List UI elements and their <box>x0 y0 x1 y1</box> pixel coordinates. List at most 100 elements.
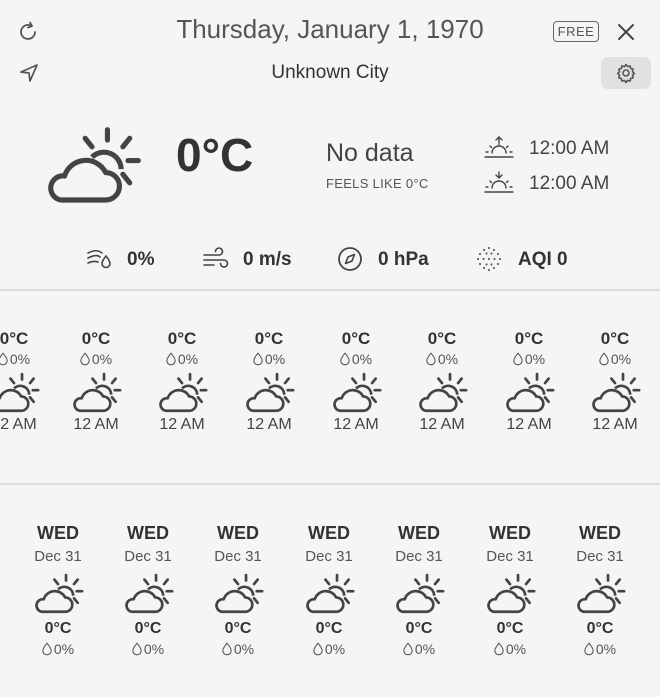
daily-date: Dec 31 <box>576 548 624 565</box>
precipitation-value: 0% <box>414 641 436 657</box>
precipitation-value: 0% <box>9 351 31 367</box>
hourly-time: 12 AM <box>506 416 552 433</box>
daily-temperature: 0°C <box>496 620 524 637</box>
hourly-precipitation: 0% <box>0 351 57 367</box>
daily-weekday: WED <box>127 523 169 543</box>
raindrop-icon <box>42 642 52 656</box>
raindrop-icon <box>313 642 323 656</box>
hourly-item: 0°C 0% 12 AM <box>226 329 312 434</box>
air-quality-icon <box>475 245 503 278</box>
daily-temperature: 0°C <box>315 620 343 637</box>
daily-item: WED Dec 31 0°C 0% <box>193 523 283 657</box>
raindrop-icon <box>132 642 142 656</box>
wind-value: 0 m/s <box>243 249 292 270</box>
raindrop-icon <box>584 642 594 656</box>
raindrop-icon <box>166 352 176 366</box>
close-button[interactable] <box>615 21 637 43</box>
hourly-precipitation: 0% <box>313 351 399 367</box>
daily-weather-icon <box>465 573 555 614</box>
daily-date: Dec 31 <box>305 548 353 565</box>
hourly-temperature: 0°C <box>254 329 284 348</box>
partly-cloudy-icon <box>73 372 122 413</box>
precipitation-value: 0% <box>351 351 373 367</box>
daily-precipitation: 0% <box>193 641 283 657</box>
daily-temperature: 0°C <box>44 620 72 637</box>
daily-weather-icon <box>193 573 283 614</box>
precipitation-value: 0% <box>610 351 632 367</box>
raindrop-icon <box>494 642 504 656</box>
current-temperature: 0°C <box>176 129 254 181</box>
daily-date: Dec 31 <box>124 548 172 565</box>
hourly-temperature: 0°C <box>167 329 197 348</box>
hourly-item: 0°C 0% 12 AM <box>0 329 57 434</box>
daily-weekday: WED <box>37 523 79 543</box>
precipitation-value: 0% <box>143 641 165 657</box>
hourly-precipitation: 0% <box>226 351 312 367</box>
hourly-weather-icon <box>399 372 485 413</box>
hourly-temperature: 0°C <box>600 329 630 348</box>
daily-date: Dec 31 <box>214 548 262 565</box>
precipitation-value: 0% <box>91 351 113 367</box>
sunset-time: 12:00 AM <box>529 173 610 194</box>
precipitation-value: 0% <box>264 351 286 367</box>
free-badge[interactable]: FREE <box>553 21 599 42</box>
hourly-temperature: 0°C <box>427 329 457 348</box>
daily-item: WED Dec 31 0°C 0% <box>374 523 464 657</box>
settings-button[interactable] <box>601 57 651 89</box>
hourly-item: 0°C 0% 12 AM <box>572 329 658 434</box>
partly-cloudy-icon <box>44 128 140 200</box>
daily-weather-icon <box>284 573 374 614</box>
precipitation-value: 0% <box>595 641 617 657</box>
hourly-weather-icon <box>226 372 312 413</box>
hourly-temperature: 0°C <box>0 329 29 348</box>
precipitation-value: 0% <box>324 641 346 657</box>
hourly-precipitation: 0% <box>139 351 225 367</box>
sunrise-time: 12:00 AM <box>529 138 610 159</box>
section-divider <box>0 289 660 291</box>
daily-temperature: 0°C <box>134 620 162 637</box>
daily-weekday: WED <box>217 523 259 543</box>
hourly-temperature: 0°C <box>341 329 371 348</box>
raindrop-icon <box>403 642 413 656</box>
sunset-icon <box>484 170 514 201</box>
raindrop-icon <box>80 352 90 366</box>
partly-cloudy-icon <box>35 573 84 614</box>
raindrop-icon <box>513 352 523 366</box>
hourly-time: 12 AM <box>0 416 37 433</box>
pressure-value: 0 hPa <box>378 249 429 270</box>
raindrop-icon <box>599 352 609 366</box>
hourly-weather-icon <box>313 372 399 413</box>
partly-cloudy-icon <box>333 372 382 413</box>
hourly-time: 12 AM <box>333 416 379 433</box>
hourly-item: 0°C 0% 12 AM <box>399 329 485 434</box>
daily-date: Dec 31 <box>395 548 443 565</box>
precipitation-value: 0% <box>505 641 527 657</box>
daily-weather-icon <box>103 573 193 614</box>
partly-cloudy-icon <box>487 573 536 614</box>
precipitation-value: 0% <box>177 351 199 367</box>
gear-icon <box>616 63 636 84</box>
partly-cloudy-icon <box>592 372 641 413</box>
section-divider <box>0 483 660 485</box>
daily-item: WED Dec 31 0°C 0% <box>555 523 645 657</box>
hourly-weather-icon <box>0 372 57 413</box>
hourly-precipitation: 0% <box>399 351 485 367</box>
partly-cloudy-icon <box>246 372 295 413</box>
sunrise-icon <box>484 135 514 166</box>
partly-cloudy-icon <box>125 573 174 614</box>
daily-temperature: 0°C <box>586 620 614 637</box>
partly-cloudy-icon <box>506 372 555 413</box>
partly-cloudy-icon <box>215 573 264 614</box>
feels-like-text: FEELS LIKE 0°C <box>326 176 429 191</box>
partly-cloudy-icon <box>419 372 468 413</box>
partly-cloudy-icon <box>577 573 626 614</box>
hourly-time: 12 AM <box>73 416 119 433</box>
hourly-weather-icon <box>572 372 658 413</box>
hourly-temperature: 0°C <box>81 329 111 348</box>
daily-precipitation: 0% <box>13 641 103 657</box>
daily-weekday: WED <box>308 523 350 543</box>
precipitation-value: 0% <box>524 351 546 367</box>
daily-weekday: WED <box>398 523 440 543</box>
hourly-precipitation: 0% <box>486 351 572 367</box>
partly-cloudy-icon <box>159 372 208 413</box>
